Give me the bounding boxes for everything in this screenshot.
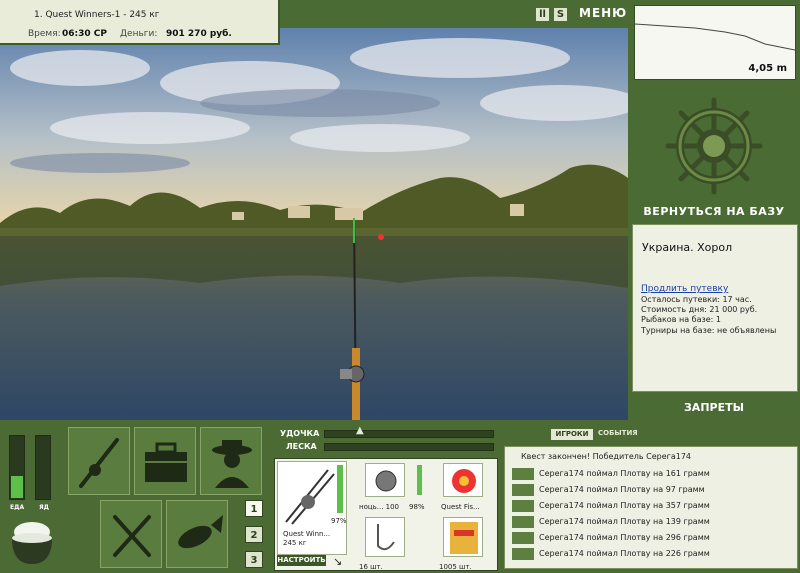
fish-icon	[512, 500, 534, 512]
depth-value: 4,05 m	[748, 63, 787, 74]
quest-line: 1. Quest Winners-1 - 245 кг	[34, 10, 160, 20]
page-1-button[interactable]: 1	[245, 500, 263, 517]
hook-count: 16 шт.	[359, 563, 383, 571]
ship-wheel-icon[interactable]	[664, 96, 764, 196]
return-to-base-button[interactable]: ВЕРНУТЬСЯ НА БАЗУ	[628, 205, 800, 218]
fish-icon	[178, 515, 223, 549]
reel-condition: 98%	[409, 503, 425, 511]
food-label: ЕДА	[10, 504, 25, 511]
line-name: Quest Fis...	[441, 503, 480, 511]
lake-view	[0, 28, 628, 420]
sound-icon[interactable]: S	[554, 8, 567, 21]
reel-text: ноць... 100	[359, 503, 400, 511]
reel-condition-bar	[417, 465, 422, 495]
menu-button[interactable]: МЕНЮ	[579, 6, 627, 20]
setup-button[interactable]: НАСТРОИТЬ	[277, 555, 326, 566]
rods-button[interactable]	[68, 427, 130, 495]
line-tension-label: ЛЕСКА	[286, 442, 317, 451]
expand-arrow-icon[interactable]: ↘	[333, 555, 342, 568]
time-value: 06:30 СР	[62, 29, 107, 39]
fish-icon	[512, 468, 534, 480]
rod-name: Quest Winn...	[283, 530, 331, 538]
money-value: 901 270 руб.	[166, 29, 232, 39]
fish-icon	[512, 548, 534, 560]
tackle-box-button[interactable]	[134, 427, 196, 495]
line-slot[interactable]	[443, 463, 483, 497]
fish-icon	[512, 516, 534, 528]
fishing-scene[interactable]	[0, 28, 628, 420]
rod-tension-bar	[324, 430, 494, 438]
list-item: Серега174 поймал Плотву на 226 грамм	[539, 549, 710, 558]
quest-info-card: 1. Quest Winners-1 - 245 кг Время: 06:30…	[0, 0, 280, 45]
permit-remaining: Осталось путевки: 17 час.	[641, 295, 752, 304]
list-item: Серега174 поймал Плотву на 139 грамм	[539, 517, 710, 526]
list-item: Серега174 поймал Плотву на 357 грамм	[539, 501, 710, 510]
list-item: Серега174 поймал Плотву на 296 грамм	[539, 533, 710, 542]
line-tension-bar	[324, 443, 494, 451]
food-gauge	[9, 435, 25, 500]
knife-fork-icon	[113, 515, 151, 557]
list-item: Серега174 поймал Плотву на 161 грамм	[539, 469, 710, 478]
events-list: Квест закончен! Победитель Серега174 Сер…	[504, 446, 798, 569]
day-cost: Стоимость дня: 21 000 руб.	[641, 305, 758, 314]
rod-icon	[79, 438, 119, 488]
hook-icon	[377, 524, 395, 551]
tournaments-status: Турниры на базе: не объявлены	[641, 326, 777, 335]
tab-players[interactable]: ИГРОКИ	[551, 429, 593, 440]
bans-button[interactable]: ЗАПРЕТЫ	[628, 401, 800, 414]
poison-label: ЯД	[39, 504, 49, 511]
location-name: Украина. Хорол	[642, 241, 733, 254]
fisherman-icon	[212, 440, 252, 488]
cauldron-icon[interactable]	[8, 518, 56, 568]
pause-icon[interactable]: ll	[536, 8, 549, 21]
rod-weight: 245 кг	[283, 539, 307, 547]
food-gauge-fill	[11, 475, 23, 498]
catch-button[interactable]	[166, 500, 228, 568]
tackle-box-icon	[145, 442, 187, 482]
hook-slot[interactable]	[365, 517, 405, 557]
kitchen-button[interactable]	[100, 500, 162, 568]
fish-icon	[512, 532, 534, 544]
page-3-button[interactable]: 3	[245, 551, 263, 568]
anglers-count: Рыбаков на базе: 1	[641, 315, 721, 324]
poison-gauge	[35, 435, 51, 500]
time-label: Время:	[28, 29, 61, 39]
depth-graph: 4,05 m	[634, 5, 796, 80]
tension-marker-icon: ▲	[356, 425, 364, 436]
rod-condition: 97%	[331, 517, 347, 525]
reel-slot[interactable]	[365, 463, 405, 497]
reel-icon	[375, 470, 397, 492]
bait-count: 1005 шт.	[439, 563, 472, 571]
extend-permit-link[interactable]: Продлить путевку	[641, 284, 728, 294]
line-spool-icon	[452, 469, 476, 493]
list-item: Квест закончен! Победитель Серега174	[521, 452, 691, 461]
bait-slot[interactable]	[443, 517, 483, 557]
page-2-button[interactable]: 2	[245, 526, 263, 543]
location-card: Украина. Хорол Продлить путевку Осталось…	[632, 224, 798, 392]
rod-tension-label: УДОЧКА	[280, 429, 320, 438]
rod-condition-bar	[337, 465, 343, 513]
money-label: Деньги:	[120, 29, 158, 39]
tab-events[interactable]: СОБЫТИЯ	[598, 429, 638, 437]
fish-icon	[512, 484, 534, 496]
list-item: Серега174 поймал Плотву на 97 грамм	[539, 485, 705, 494]
angler-button[interactable]	[200, 427, 262, 495]
bait-pack-icon	[450, 522, 478, 554]
